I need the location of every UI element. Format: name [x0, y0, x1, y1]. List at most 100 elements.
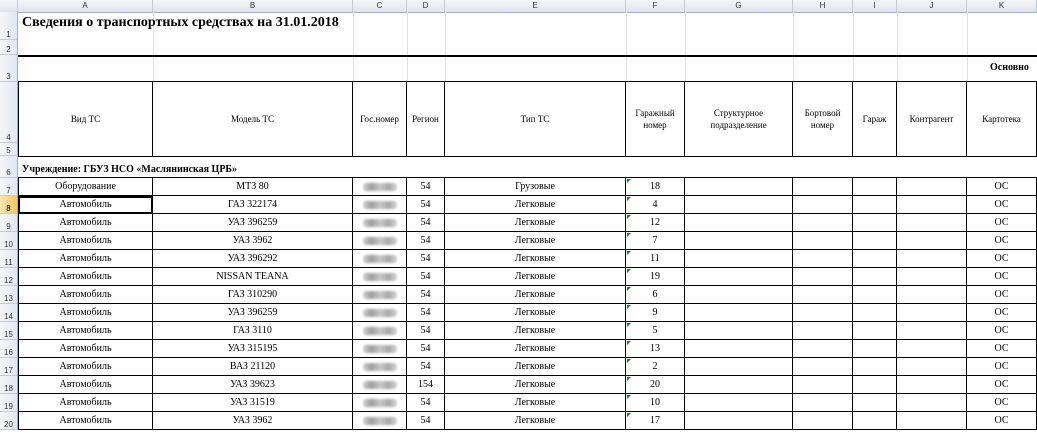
cell-garage-number[interactable]: 4	[626, 196, 685, 214]
cell-division[interactable]	[685, 250, 793, 268]
cell-board-number[interactable]	[793, 412, 853, 430]
row-header-2[interactable]: 2	[0, 40, 18, 55]
cell-vehicle-type[interactable]: Легковые	[445, 214, 626, 232]
cell-garage[interactable]	[853, 196, 897, 214]
cell-garage-number[interactable]: 19	[626, 268, 685, 286]
cell-card-index[interactable]: ОС	[967, 358, 1037, 376]
cell-region[interactable]: 54	[407, 232, 445, 250]
cell-region[interactable]: 154	[407, 376, 445, 394]
cell-vehicle-kind[interactable]: Оборудование	[18, 178, 153, 196]
header-cell-model[interactable]: Модель ТС	[153, 82, 353, 156]
cell-vehicle-kind[interactable]: Автомобиль	[18, 322, 153, 340]
row-header-3[interactable]: 3	[0, 55, 18, 82]
cell-garage[interactable]	[853, 250, 897, 268]
column-header-h[interactable]: H	[793, 0, 853, 12]
cell-region[interactable]: 54	[407, 250, 445, 268]
column-header-d[interactable]: D	[407, 0, 445, 12]
cell-vehicle-kind[interactable]: Автомобиль	[18, 358, 153, 376]
cell-model[interactable]: УАЗ 3962	[153, 232, 353, 250]
cell-region[interactable]: 54	[407, 412, 445, 430]
cell-plate-number[interactable]	[353, 376, 407, 394]
cell-region[interactable]: 54	[407, 268, 445, 286]
cell-plate-number[interactable]	[353, 340, 407, 358]
row-header-1[interactable]: 1	[0, 12, 18, 40]
cell-model[interactable]: УАЗ 396259	[153, 304, 353, 322]
cell-contractor[interactable]	[897, 340, 967, 358]
cell-model[interactable]: ГАЗ 322174	[153, 196, 353, 214]
cell-card-index[interactable]: ОС	[967, 214, 1037, 232]
cell-region[interactable]: 54	[407, 394, 445, 412]
select-all-corner[interactable]	[0, 0, 18, 12]
cell-card-index[interactable]: ОС	[967, 394, 1037, 412]
cell-vehicle-kind[interactable]: Автомобиль	[18, 232, 153, 250]
cell-region[interactable]: 54	[407, 214, 445, 232]
cell-model[interactable]: УАЗ 39623	[153, 376, 353, 394]
cell-contractor[interactable]	[897, 394, 967, 412]
cell-vehicle-type[interactable]: Легковые	[445, 376, 626, 394]
cell-region[interactable]: 54	[407, 178, 445, 196]
row-header-13[interactable]: 13	[0, 286, 18, 304]
cell-board-number[interactable]	[793, 232, 853, 250]
cell-model[interactable]: ВАЗ 21120	[153, 358, 353, 376]
row-header-15[interactable]: 15	[0, 322, 18, 340]
cell-plate-number[interactable]	[353, 178, 407, 196]
cell-vehicle-kind[interactable]: Автомобиль	[18, 376, 153, 394]
cell-vehicle-kind[interactable]: Автомобиль	[18, 340, 153, 358]
cell-vehicle-type[interactable]: Легковые	[445, 412, 626, 430]
column-header-c[interactable]: C	[353, 0, 407, 12]
row-header-16[interactable]: 16	[0, 340, 18, 358]
cell-board-number[interactable]	[793, 358, 853, 376]
cell-division[interactable]	[685, 304, 793, 322]
cell-garage-number[interactable]: 6	[626, 286, 685, 304]
cell-vehicle-kind[interactable]: Автомобиль	[18, 304, 153, 322]
cell-region[interactable]: 54	[407, 196, 445, 214]
cell-plate-number[interactable]	[353, 394, 407, 412]
cell-garage[interactable]	[853, 340, 897, 358]
cell-division[interactable]	[685, 340, 793, 358]
cell-contractor[interactable]	[897, 214, 967, 232]
cell-vehicle-type[interactable]: Грузовые	[445, 178, 626, 196]
cell-vehicle-type[interactable]: Легковые	[445, 268, 626, 286]
cell-card-index[interactable]: ОС	[967, 322, 1037, 340]
cell-card-index[interactable]: ОС	[967, 178, 1037, 196]
cell-card-index[interactable]: ОС	[967, 304, 1037, 322]
cell-model[interactable]: УАЗ 396292	[153, 250, 353, 268]
cell-garage-number[interactable]: 12	[626, 214, 685, 232]
cell-board-number[interactable]	[793, 214, 853, 232]
cell-plate-number[interactable]	[353, 232, 407, 250]
row-header-20[interactable]: 20	[0, 412, 18, 430]
cell-garage-number[interactable]: 17	[626, 412, 685, 430]
cell-garage[interactable]	[853, 232, 897, 250]
cell-region[interactable]: 54	[407, 358, 445, 376]
cell-vehicle-type[interactable]: Легковые	[445, 232, 626, 250]
cell-garage-number[interactable]: 5	[626, 322, 685, 340]
cell-model[interactable]: МТЗ 80	[153, 178, 353, 196]
cell-vehicle-type[interactable]: Легковые	[445, 286, 626, 304]
row-header-6[interactable]: 6	[0, 156, 18, 178]
cell-board-number[interactable]	[793, 286, 853, 304]
cell-card-index[interactable]: ОС	[967, 340, 1037, 358]
cell-model[interactable]: NISSAN TEANA	[153, 268, 353, 286]
cell-division[interactable]	[685, 322, 793, 340]
row-header-11[interactable]: 11	[0, 250, 18, 268]
row-header-8[interactable]: 8	[0, 196, 18, 214]
cell-region[interactable]: 54	[407, 286, 445, 304]
cell-board-number[interactable]	[793, 268, 853, 286]
cell-vehicle-kind[interactable]: Автомобиль	[18, 214, 153, 232]
cell-vehicle-kind[interactable]: Автомобиль	[18, 250, 153, 268]
cell-contractor[interactable]	[897, 412, 967, 430]
cell-division[interactable]	[685, 196, 793, 214]
cell-board-number[interactable]	[793, 250, 853, 268]
cell-board-number[interactable]	[793, 322, 853, 340]
header-cell-contractor[interactable]: Контрагент	[897, 82, 967, 156]
cell-board-number[interactable]	[793, 178, 853, 196]
header-cell-card-index[interactable]: Картотека	[967, 82, 1037, 156]
cell-board-number[interactable]	[793, 304, 853, 322]
cell-division[interactable]	[685, 376, 793, 394]
cell-garage-number[interactable]: 11	[626, 250, 685, 268]
cell-garage-number[interactable]: 20	[626, 376, 685, 394]
row-header-14[interactable]: 14	[0, 304, 18, 322]
row-header-7[interactable]: 7	[0, 178, 18, 196]
row-header-4[interactable]: 4	[0, 82, 18, 143]
cell-vehicle-kind[interactable]: Автомобиль	[18, 412, 153, 430]
